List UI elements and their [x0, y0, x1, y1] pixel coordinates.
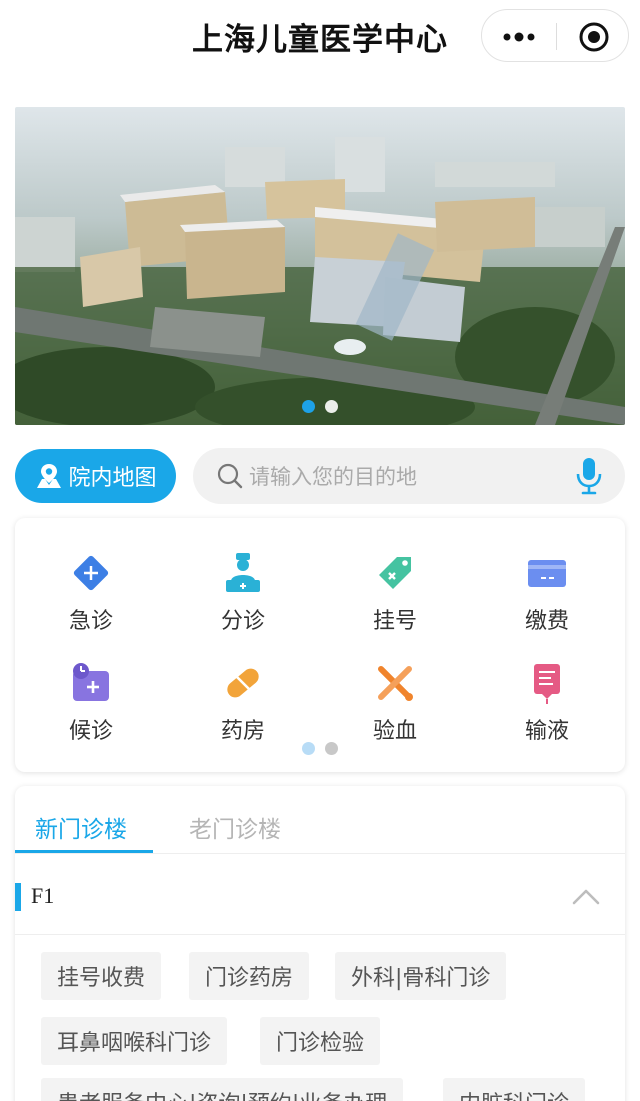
department-chip[interactable]: 外科|骨科门诊	[335, 952, 507, 1000]
hospital-banner-carousel[interactable]	[15, 107, 625, 425]
hospital-aerial-image	[15, 107, 625, 425]
floor-divider	[15, 934, 625, 935]
hospital-map-button[interactable]: 院内地图	[15, 449, 176, 503]
department-chip[interactable]: 耳鼻咽喉科门诊	[41, 1017, 228, 1065]
tab-new-outpatient-building[interactable]: 新门诊楼	[35, 810, 127, 844]
floor-directory-panel: 新门诊楼 老门诊楼 F1 挂号收费 门诊药房 外科|骨科门诊 耳鼻咽喉科门诊 门…	[15, 786, 625, 1101]
department-chip[interactable]: 患者服务中心|咨询|预约|业务办理	[41, 1078, 404, 1101]
search-input[interactable]: 请输入您的目的地	[249, 461, 569, 491]
banner-pager	[15, 400, 625, 413]
service-registration[interactable]: 挂号	[319, 551, 471, 651]
service-label: 挂号	[372, 609, 417, 634]
infusion-bag-icon	[534, 664, 560, 704]
banner-dot[interactable]	[325, 400, 338, 413]
tab-divider	[15, 853, 625, 854]
map-button-label: 院内地图	[68, 466, 157, 491]
mini-program-capsule	[481, 9, 629, 62]
service-triage[interactable]: 分诊	[167, 551, 319, 651]
map-location-icon	[37, 464, 62, 488]
floor-label: F1	[31, 883, 55, 908]
target-circle-icon	[579, 22, 608, 51]
service-label: 缴费	[524, 609, 569, 634]
blood-test-icon	[378, 666, 413, 701]
department-chip[interactable]: 门诊检验	[260, 1017, 381, 1065]
department-chip[interactable]: 内脏科门诊	[443, 1078, 586, 1101]
close-button[interactable]	[557, 10, 630, 63]
tab-old-outpatient-building[interactable]: 老门诊楼	[189, 810, 281, 844]
chevron-up-icon[interactable]	[571, 886, 601, 906]
service-label: 输液	[524, 719, 569, 744]
destination-search[interactable]: 请输入您的目的地	[193, 448, 625, 504]
floor-accent-bar	[15, 883, 21, 911]
clock-folder-icon	[73, 663, 109, 701]
more-dots-icon	[503, 32, 535, 41]
voice-search-button[interactable]	[569, 452, 609, 500]
pill-icon	[227, 668, 259, 698]
emergency-diamond-plus-icon	[73, 555, 109, 591]
service-payment[interactable]: 缴费	[471, 551, 623, 651]
service-label: 候诊	[68, 719, 113, 744]
service-pager-dot[interactable]	[325, 742, 338, 755]
service-label: 药房	[220, 719, 265, 744]
department-chip[interactable]: 挂号收费	[41, 952, 162, 1000]
microphone-icon	[576, 458, 602, 495]
service-pager	[15, 742, 625, 755]
card-icon	[528, 560, 566, 587]
service-label: 验血	[372, 719, 417, 744]
tag-icon	[379, 557, 411, 589]
nurse-desk-icon	[226, 553, 260, 592]
banner-dot-active[interactable]	[302, 400, 315, 413]
service-label: 分诊	[220, 609, 265, 634]
service-pager-dot-active[interactable]	[302, 742, 315, 755]
more-button[interactable]	[482, 10, 556, 63]
service-label: 急诊	[68, 609, 113, 634]
search-icon	[217, 463, 243, 489]
department-chip[interactable]: 门诊药房	[189, 952, 310, 1000]
nav-bar: 上海儿童医学中心	[0, 0, 640, 80]
service-grid: 急诊 分诊 挂号 缴费 候诊 药房 验血 输液	[15, 518, 625, 772]
service-emergency[interactable]: 急诊	[15, 551, 167, 651]
